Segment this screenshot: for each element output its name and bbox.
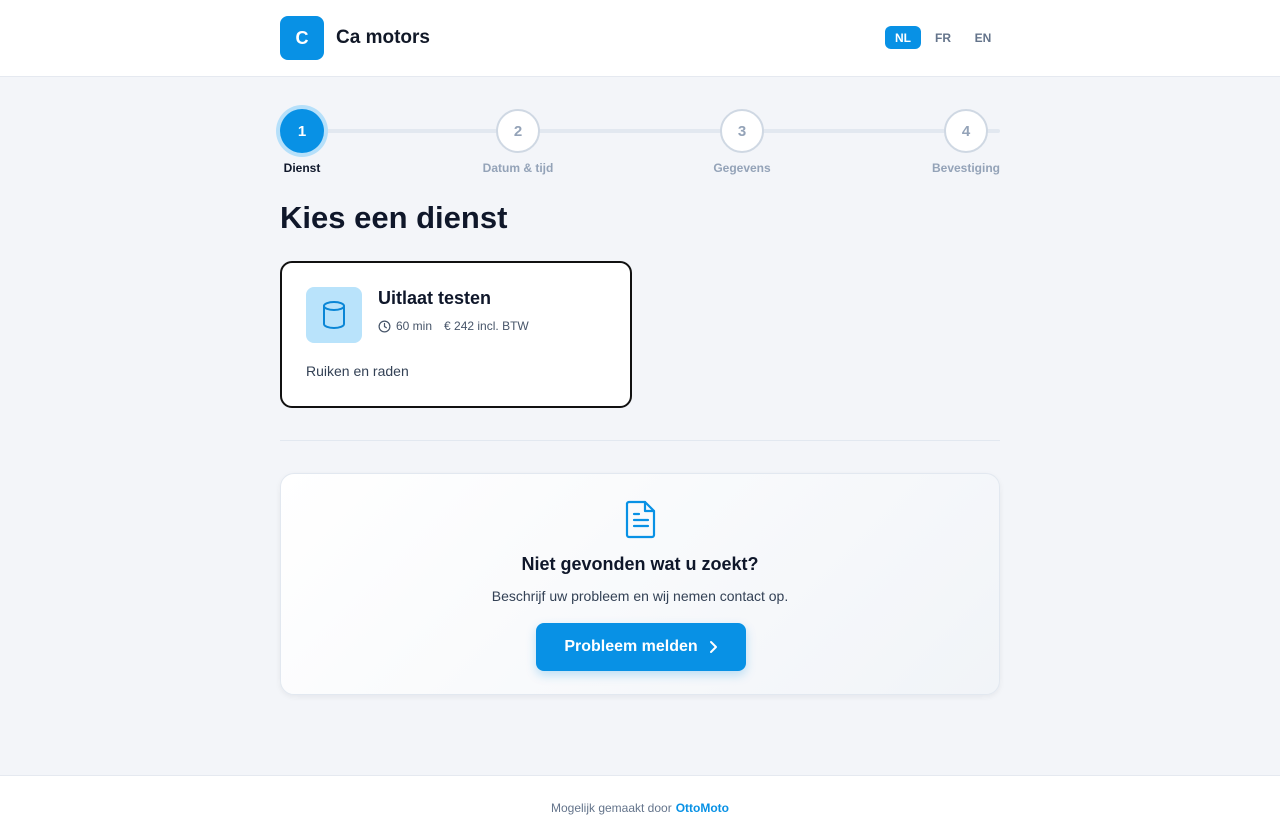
step-label: Dienst xyxy=(283,161,321,175)
service-duration: 60 min xyxy=(396,319,433,333)
lang-nl-button[interactable]: NL xyxy=(885,26,921,49)
step-gegevens: 3 Gegevens xyxy=(702,105,782,175)
brand-name: Ca motors xyxy=(336,27,430,48)
step-number: 3 xyxy=(720,109,764,153)
lang-fr-button[interactable]: FR xyxy=(925,26,961,49)
step-dienst: 1 Dienst xyxy=(278,105,326,175)
help-card: Niet gevonden wat u zoekt? Beschrijf uw … xyxy=(280,473,1000,695)
service-name: Uitlaat testen xyxy=(378,288,492,308)
brand-logo: C xyxy=(280,16,324,60)
step-label: Datum & tijd xyxy=(482,161,554,175)
service-price: € 242 incl. BTW xyxy=(444,319,529,333)
cylinder-icon xyxy=(306,287,362,343)
report-problem-label: Probleem melden xyxy=(564,638,698,655)
step-label: Bevestiging xyxy=(931,161,1000,175)
footer-text: Mogelijk gemaakt door xyxy=(550,801,672,815)
help-title: Niet gevonden wat u zoekt? xyxy=(521,554,759,574)
footer: Mogelijk gemaakt door OttoMoto xyxy=(0,775,1280,840)
step-number: 1 xyxy=(280,109,324,153)
step-bevestiging: 4 Bevestiging xyxy=(926,105,1006,175)
service-card[interactable]: Uitlaat testen 60 min € 242 incl. BTW Ru… xyxy=(280,261,632,408)
section-divider xyxy=(280,440,1000,441)
document-icon xyxy=(623,499,659,539)
clock-icon xyxy=(378,320,391,333)
stepper-track xyxy=(302,129,1000,133)
step-number: 2 xyxy=(496,109,540,153)
footer-ottomoto-link[interactable]: OttoMoto xyxy=(676,801,729,815)
service-meta: 60 min € 242 incl. BTW xyxy=(378,319,529,333)
lang-en-button[interactable]: EN xyxy=(965,26,1001,49)
step-number: 4 xyxy=(944,109,988,153)
page-title: Kies een dienst xyxy=(280,200,508,235)
booking-stepper: 1 Dienst 2 Datum & tijd 3 Gegevens 4 Bev… xyxy=(280,105,1000,185)
step-datum-tijd: 2 Datum & tijd xyxy=(478,105,558,175)
step-label: Gegevens xyxy=(713,161,771,175)
report-problem-button[interactable]: Probleem melden xyxy=(536,623,746,671)
help-subtitle: Beschrijf uw probleem en wij nemen conta… xyxy=(491,588,789,604)
language-switcher: NL FR EN xyxy=(885,26,1001,49)
brand[interactable]: C Ca motors xyxy=(280,16,430,60)
chevron-right-icon xyxy=(708,640,718,654)
service-description: Ruiken en raden xyxy=(306,363,409,379)
top-header: C Ca motors NL FR EN xyxy=(0,0,1280,77)
